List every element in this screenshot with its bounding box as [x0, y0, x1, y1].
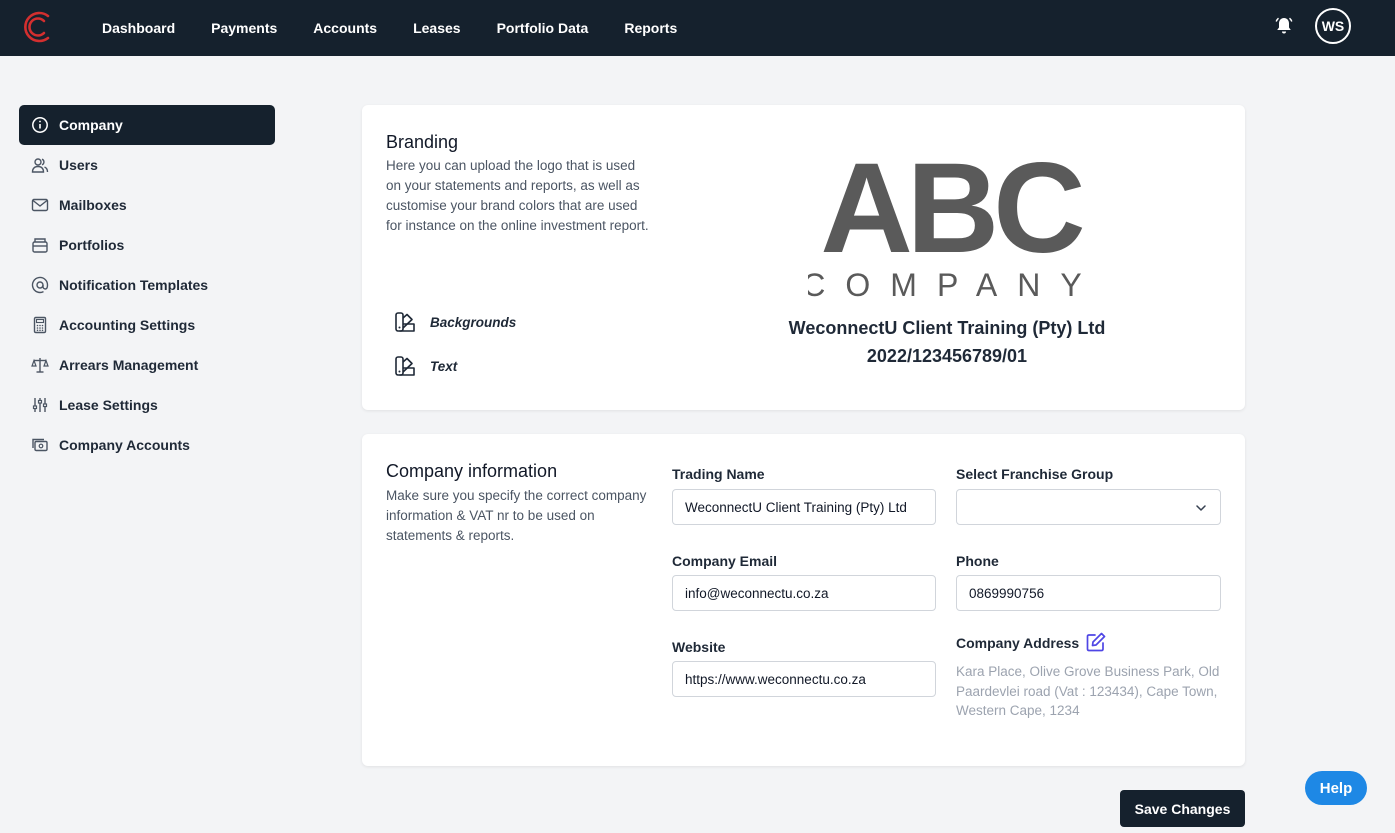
phone-label: Phone	[956, 553, 999, 569]
sidebar-item-arrears-management[interactable]: Arrears Management	[19, 345, 275, 385]
registration-number: 2022/123456789/01	[866, 346, 1028, 366]
accounts-icon	[31, 436, 49, 454]
sidebar-item-label: Lease Settings	[59, 397, 158, 413]
edit-icon[interactable]	[1085, 631, 1107, 653]
company-name: WeconnectU Client Training (Pty) Ltd	[788, 318, 1106, 338]
company-info-description: Make sure you specify the correct compan…	[386, 488, 647, 543]
palette-icon	[395, 312, 415, 332]
company-address-label: Company Address	[956, 635, 1080, 651]
logo-sub-text: COMPANY	[808, 267, 1092, 303]
company-logo-icon[interactable]	[22, 10, 52, 44]
sidebar-item-company-accounts[interactable]: Company Accounts	[19, 425, 275, 465]
sliders-icon	[31, 396, 49, 414]
sidebar-item-label: Notification Templates	[59, 277, 209, 293]
users-icon	[31, 156, 49, 174]
sidebar-item-label: Mailboxes	[59, 197, 127, 213]
sidebar-item-notification-templates[interactable]: Notification Templates	[19, 265, 275, 305]
nav-dashboard[interactable]: Dashboard	[84, 20, 193, 36]
bell-icon[interactable]	[1274, 16, 1294, 36]
help-button[interactable]: Help	[1305, 771, 1367, 805]
scale-icon	[31, 356, 49, 374]
sidebar-item-label: Users	[59, 157, 98, 173]
backgrounds-option[interactable]: Backgrounds	[394, 311, 516, 333]
user-avatar[interactable]: WS	[1315, 8, 1351, 44]
portfolio-icon	[31, 236, 49, 254]
company-information-card: Company information Make sure you specif…	[362, 434, 1245, 766]
company-info-title: Company information	[386, 461, 558, 481]
company-email-label: Company Email	[672, 553, 778, 569]
nav-leases[interactable]: Leases	[395, 20, 478, 36]
company-address-text: Kara Place, Olive Grove Business Park, O…	[956, 664, 1220, 718]
trading-name-input[interactable]	[672, 489, 936, 525]
save-changes-button[interactable]: Save Changes	[1120, 790, 1245, 827]
sidebar-item-label: Portfolios	[59, 237, 125, 253]
franchise-group-select[interactable]	[956, 489, 1221, 525]
phone-input[interactable]	[956, 575, 1221, 611]
main-menu: Dashboard Payments Accounts Leases Portf…	[84, 0, 695, 56]
palette-icon	[395, 356, 415, 376]
branding-description: Here you can upload the logo that is use…	[386, 158, 649, 233]
branding-card: Branding Here you can upload the logo th…	[362, 105, 1245, 410]
sidebar-item-company[interactable]: Company	[19, 105, 275, 145]
calculator-icon	[31, 316, 49, 334]
sidebar-item-portfolios[interactable]: Portfolios	[19, 225, 275, 265]
franchise-group-label: Select Franchise Group	[956, 466, 1114, 482]
backgrounds-label: Backgrounds	[430, 314, 517, 330]
logo-main-text: ABC	[820, 145, 1082, 280]
at-icon	[31, 276, 49, 294]
info-icon	[31, 116, 49, 134]
sidebar-item-label: Accounting Settings	[59, 317, 196, 333]
sidebar-item-label: Arrears Management	[59, 357, 199, 373]
sidebar-item-users[interactable]: Users	[19, 145, 275, 185]
text-option[interactable]: Text	[394, 355, 457, 377]
chevron-down-icon	[1196, 505, 1206, 511]
sidebar-item-mailboxes[interactable]: Mailboxes	[19, 185, 275, 225]
nav-portfolio-data[interactable]: Portfolio Data	[479, 20, 607, 36]
top-navigation-bar: Dashboard Payments Accounts Leases Portf…	[0, 0, 1395, 56]
sidebar-item-label: Company	[59, 117, 123, 133]
website-label: Website	[672, 639, 726, 655]
website-input[interactable]	[672, 661, 936, 697]
company-logo[interactable]: ABC COMPANY	[808, 145, 1092, 305]
branding-title: Branding	[386, 132, 459, 152]
company-email-input[interactable]	[672, 575, 936, 611]
nav-accounts[interactable]: Accounts	[295, 20, 395, 36]
nav-payments[interactable]: Payments	[193, 20, 295, 36]
sidebar-item-label: Company Accounts	[59, 437, 190, 453]
mail-icon	[31, 196, 49, 214]
settings-sidebar: Company Users Mailboxes Portfolios Notif…	[19, 105, 275, 465]
text-label: Text	[430, 358, 458, 374]
sidebar-item-accounting-settings[interactable]: Accounting Settings	[19, 305, 275, 345]
sidebar-item-lease-settings[interactable]: Lease Settings	[19, 385, 275, 425]
nav-reports[interactable]: Reports	[606, 20, 695, 36]
trading-name-label: Trading Name	[672, 466, 765, 482]
